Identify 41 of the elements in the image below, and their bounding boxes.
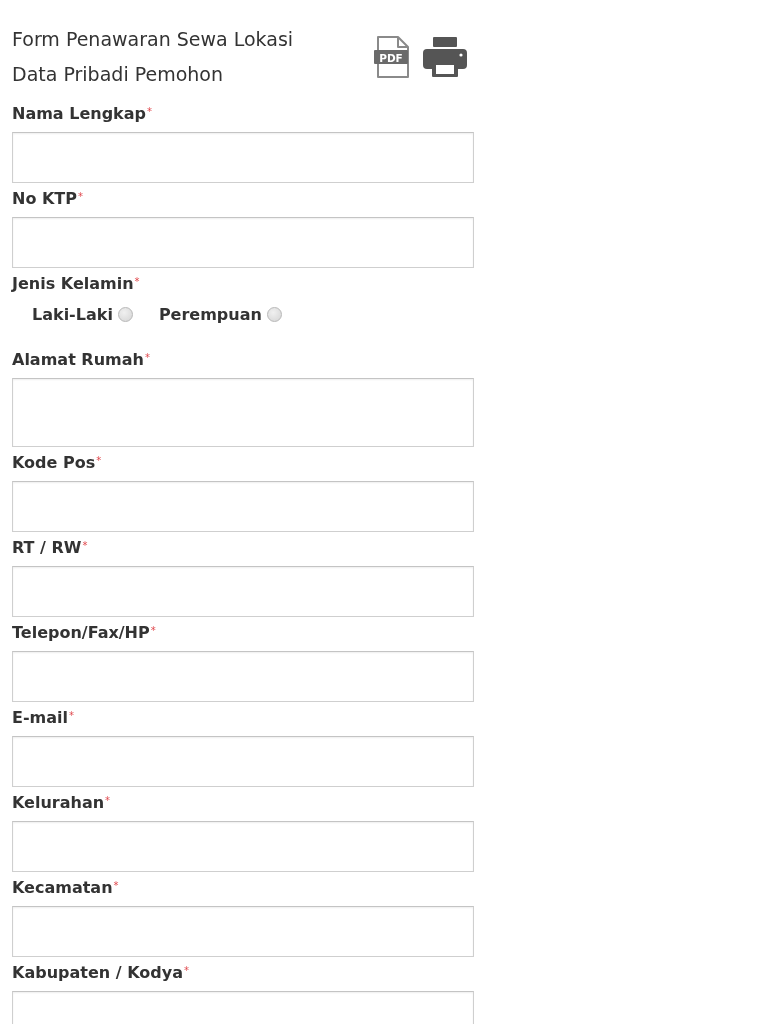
field-label: Telepon/Fax/HP	[12, 623, 150, 642]
text-field[interactable]	[12, 217, 474, 268]
textarea-field[interactable]	[12, 378, 474, 447]
text-field[interactable]	[12, 906, 474, 957]
text-field[interactable]	[12, 736, 474, 787]
required-mark: *	[105, 795, 111, 806]
text-field[interactable]	[12, 566, 474, 617]
print-button[interactable]	[423, 37, 467, 77]
field-label: Nama Lengkap	[12, 104, 146, 123]
field-label: Kelurahan	[12, 793, 105, 812]
radio-button[interactable]	[117, 306, 133, 322]
form-title: Form Penawaran Sewa Lokasi	[12, 27, 294, 52]
required-mark: *	[150, 625, 156, 636]
required-mark: *	[82, 540, 88, 551]
field-label: Kecamatan	[12, 878, 113, 897]
section-title: Data Pribadi Pemohon	[12, 62, 224, 87]
required-mark: *	[147, 106, 152, 117]
required-mark: *	[113, 880, 119, 891]
required-mark: *	[144, 352, 150, 363]
text-field[interactable]	[12, 481, 474, 532]
text-field[interactable]	[12, 651, 474, 702]
field-label: Kabupaten / Kodya	[12, 963, 183, 982]
field-label: Jenis Kelamin	[12, 274, 134, 293]
printer-icon	[423, 37, 467, 77]
radio-label[interactable]: Perempuan	[158, 304, 262, 324]
pdf-text: PDF	[379, 51, 403, 64]
radio-button[interactable]	[266, 306, 282, 322]
field-label: No KTP	[12, 189, 77, 208]
required-mark: *	[69, 710, 74, 721]
required-mark: *	[96, 455, 102, 466]
field-label: RT / RW	[12, 538, 82, 557]
required-mark: *	[78, 191, 83, 202]
required-mark: *	[134, 276, 140, 287]
radio-label[interactable]: Laki-Laki	[32, 304, 113, 324]
field-label: Kode Pos	[12, 453, 96, 472]
field-label: Alamat Rumah	[12, 350, 144, 369]
field-label: E-mail	[12, 708, 68, 727]
text-field[interactable]	[12, 821, 474, 872]
text-field[interactable]	[12, 132, 474, 183]
pdf-download-button[interactable]: PDF	[374, 36, 410, 78]
required-mark: *	[183, 965, 189, 976]
